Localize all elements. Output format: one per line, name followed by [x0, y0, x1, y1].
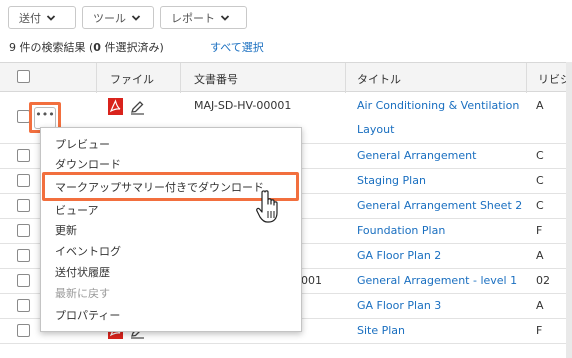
title-link[interactable]: General Arragement - level 1 [357, 274, 517, 287]
revision-cell: A [536, 249, 544, 262]
row-checkbox[interactable] [17, 224, 30, 237]
title-link[interactable]: Site Plan [357, 324, 405, 337]
title-link[interactable]: Staging Plan [357, 174, 426, 187]
hand-pointer-icon [256, 190, 278, 223]
title-link[interactable]: Foundation Plan [357, 224, 445, 237]
search-result-count: 9 件の検索結果 (0 件選択済み) [9, 39, 164, 55]
column-divider [345, 63, 346, 93]
header-title[interactable]: タイトル [357, 71, 401, 87]
toolbar: 送付 ツール レポート [8, 6, 247, 30]
chevron-down-icon [46, 14, 56, 21]
send-label: 送付 [19, 11, 41, 25]
revision-cell: C [536, 199, 544, 212]
row-checkbox[interactable] [17, 299, 30, 312]
doc-number-cell: MAJ-SD-HV-00001 [194, 99, 292, 112]
title-link-line2[interactable]: Layout [357, 123, 394, 136]
revision-cell: C [536, 149, 544, 162]
menu-item-event-log[interactable]: イベントログ [55, 243, 121, 259]
doc-number-cell: 001 [301, 274, 322, 287]
result-count-prefix: 9 件の検索結果 ( [9, 41, 94, 54]
tools-dropdown-button[interactable]: ツール [82, 6, 154, 29]
report-label: レポート [171, 11, 215, 25]
select-all-checkbox[interactable] [17, 70, 30, 83]
revision-cell: F [536, 324, 543, 337]
row-checkbox[interactable] [17, 249, 30, 262]
revision-cell: C [536, 174, 544, 187]
select-all-link[interactable]: すべて選択 [210, 39, 264, 55]
menu-item-properties[interactable]: プロパティー [55, 307, 120, 323]
menu-item-transmittal-history[interactable]: 送付状履歴 [55, 264, 110, 280]
header-file[interactable]: ファイル [110, 71, 154, 87]
row-actions-menu: プレビュー ダウンロード マークアップサマリー付きでダウンロード ビューア 更新… [40, 127, 302, 332]
column-divider [180, 63, 181, 93]
title-link[interactable]: GA Floor Plan 3 [357, 299, 441, 312]
revision-cell: A [536, 299, 544, 312]
title-link[interactable]: Air Conditioning & Ventilation [357, 99, 519, 112]
send-dropdown-button[interactable]: 送付 [8, 6, 76, 29]
row-checkbox[interactable] [17, 149, 30, 162]
report-dropdown-button[interactable]: レポート [160, 6, 247, 29]
row-checkbox[interactable] [17, 174, 30, 187]
menu-item-update[interactable]: 更新 [55, 222, 77, 238]
result-count-suffix: 件選択済み) [100, 41, 164, 54]
tools-label: ツール [93, 11, 126, 25]
row-checkbox[interactable] [17, 199, 30, 212]
menu-item-download[interactable]: ダウンロード [55, 156, 121, 172]
revision-cell: F [536, 224, 543, 237]
column-divider [526, 63, 527, 93]
menu-item-preview[interactable]: プレビュー [55, 136, 110, 152]
revision-cell: 02 [536, 274, 550, 287]
table-header: ファイル 文書番号 タイトル リビジ [0, 62, 572, 93]
selected-count: 0 [93, 41, 101, 54]
title-link[interactable]: General Arrangement [357, 149, 476, 162]
revision-cell: A [536, 99, 544, 112]
title-link[interactable]: General Arrangement Sheet 2 [357, 199, 522, 212]
menu-item-viewer[interactable]: ビューア [55, 202, 99, 218]
markup-pencil-icon[interactable] [130, 100, 145, 115]
row-checkbox[interactable] [17, 274, 30, 287]
title-link[interactable]: GA Floor Plan 2 [357, 249, 441, 262]
chevron-down-icon [131, 14, 141, 21]
pdf-file-icon[interactable] [108, 98, 123, 115]
column-divider [96, 63, 97, 93]
chevron-down-icon [220, 14, 230, 21]
scrollbar-track[interactable] [566, 62, 572, 358]
row-checkbox[interactable] [17, 324, 30, 337]
header-doc-number[interactable]: 文書番号 [194, 71, 238, 87]
menu-item-revert-to-latest: 最新に戻す [55, 287, 110, 300]
